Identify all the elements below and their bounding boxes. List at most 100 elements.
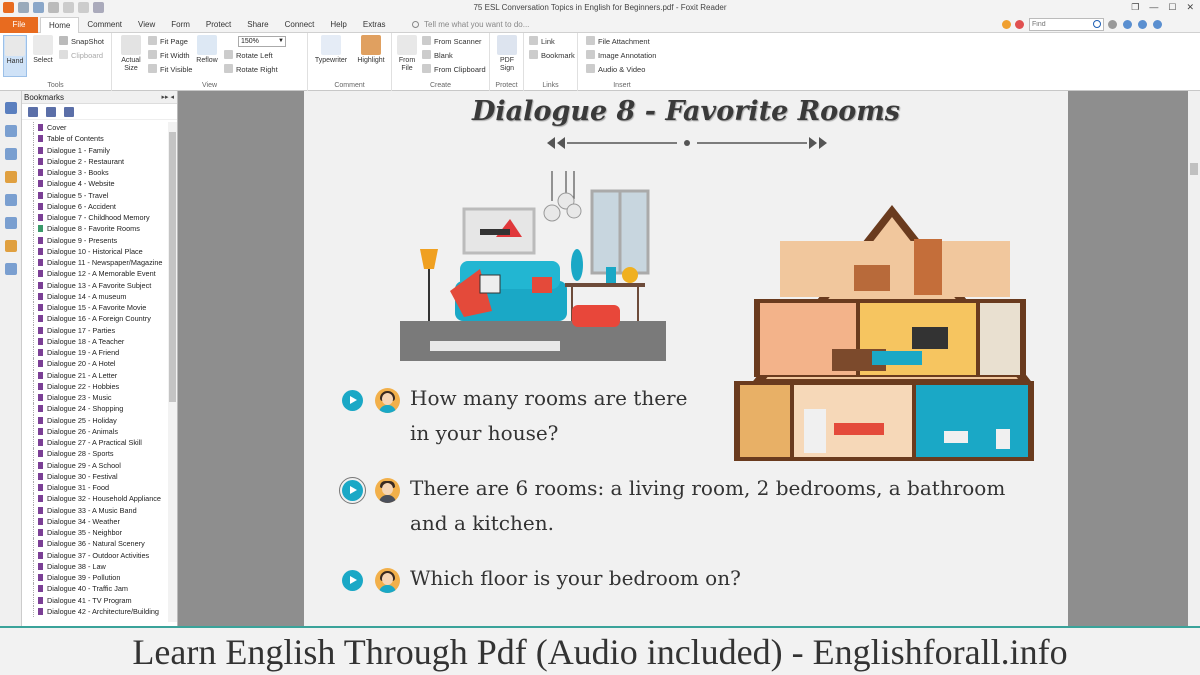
find-box[interactable] — [1029, 18, 1104, 31]
scroll-thumb[interactable] — [1190, 163, 1198, 175]
bookmark-item[interactable]: Dialogue 40 - Traffic Jam — [22, 583, 168, 595]
bookmark-item[interactable]: Cover — [22, 122, 168, 134]
restore-icon[interactable]: ❐ — [1131, 2, 1139, 13]
tell-me-box[interactable]: Tell me what you want to do... — [412, 17, 529, 33]
play-audio-button[interactable] — [342, 390, 363, 411]
bookmark-item[interactable]: Dialogue 39 - Pollution — [22, 572, 168, 584]
typewriter-button[interactable]: Typewriter — [312, 35, 350, 65]
image-annotation-button[interactable]: Image Annotation — [586, 50, 656, 62]
settings-icon[interactable] — [1108, 20, 1117, 29]
tab-form[interactable]: Form — [163, 17, 198, 33]
panel-controls-icon[interactable]: ▸▸ ◂ — [162, 91, 175, 104]
audio-video-button[interactable]: Audio & Video — [586, 64, 645, 76]
bookmark-item[interactable]: Dialogue 20 - A Hotel — [22, 358, 168, 370]
bookmark-item[interactable]: Dialogue 23 - Music — [22, 392, 168, 404]
rotate-right-button[interactable]: Rotate Right — [224, 64, 278, 76]
expand-bookmark-icon[interactable] — [28, 107, 38, 117]
bookmark-item[interactable]: Dialogue 5 - Travel — [22, 189, 168, 201]
play-audio-button[interactable] — [342, 570, 363, 591]
bookmark-item[interactable]: Dialogue 42 - Architecture/Building — [22, 605, 168, 617]
tab-extras[interactable]: Extras — [355, 17, 394, 33]
delete-bookmark-icon[interactable] — [64, 107, 74, 117]
like-icon[interactable] — [1015, 20, 1024, 29]
pages-panel-icon[interactable] — [4, 125, 17, 137]
fit-page-button[interactable]: Fit Page — [148, 36, 188, 48]
link-button[interactable]: Link — [529, 36, 555, 48]
bookmark-item[interactable]: Dialogue 2 - Restaurant — [22, 155, 168, 167]
document-scrollbar[interactable] — [1188, 91, 1200, 626]
account-icon[interactable] — [1123, 20, 1132, 29]
bookmark-item[interactable]: Dialogue 21 - A Letter — [22, 369, 168, 381]
layers-panel-icon[interactable] — [4, 148, 17, 160]
reflow-button[interactable]: Reflow — [194, 35, 220, 65]
bookmark-item[interactable]: Dialogue 8 - Favorite Rooms — [22, 223, 168, 235]
bookmark-item[interactable]: Dialogue 34 - Weather — [22, 515, 168, 527]
bookmark-item[interactable]: Dialogue 38 - Law — [22, 560, 168, 572]
attachments-panel-icon[interactable] — [4, 194, 17, 206]
bookmarks-panel-icon[interactable] — [4, 102, 17, 114]
tab-comment[interactable]: Comment — [79, 17, 130, 33]
close-icon[interactable]: ✕ — [1186, 2, 1194, 13]
bookmark-item[interactable]: Dialogue 31 - Food — [22, 482, 168, 494]
bookmark-item[interactable]: Dialogue 11 - Newspaper/Magazine — [22, 257, 168, 269]
bookmark-button[interactable]: Bookmark — [529, 50, 575, 62]
bookmark-item[interactable]: Dialogue 36 - Natural Scenery — [22, 538, 168, 550]
security-panel-icon[interactable] — [4, 240, 17, 252]
tab-home[interactable]: Home — [40, 17, 80, 33]
bookmark-item[interactable]: Dialogue 3 - Books — [22, 167, 168, 179]
bookmark-item[interactable]: Dialogue 13 - A Favorite Subject — [22, 279, 168, 291]
bookmark-item[interactable]: Dialogue 33 - A Music Band — [22, 504, 168, 516]
file-tab[interactable]: File — [0, 17, 38, 33]
tab-help[interactable]: Help — [322, 17, 354, 33]
tab-protect[interactable]: Protect — [198, 17, 239, 33]
add-bookmark-icon[interactable] — [46, 107, 56, 117]
snapshot-button[interactable]: SnapShot — [59, 36, 104, 48]
bookmark-item[interactable]: Dialogue 35 - Neighbor — [22, 527, 168, 539]
bookmark-item[interactable]: Dialogue 22 - Hobbies — [22, 380, 168, 392]
bookmark-item[interactable]: Dialogue 6 - Accident — [22, 200, 168, 212]
notification-icon[interactable] — [1138, 20, 1147, 29]
bookmark-item[interactable]: Dialogue 1 - Family — [22, 144, 168, 156]
rotate-left-button[interactable]: Rotate Left — [224, 50, 273, 62]
hand-button[interactable]: Hand — [3, 35, 27, 77]
bookmark-item[interactable]: Dialogue 32 - Household Appliance — [22, 493, 168, 505]
search-icon[interactable] — [1093, 20, 1101, 28]
signatures-panel-icon[interactable] — [4, 217, 17, 229]
bookmark-item[interactable]: Dialogue 25 - Holiday — [22, 414, 168, 426]
bookmark-item[interactable]: Dialogue 29 - A School — [22, 459, 168, 471]
clipboard-button[interactable]: Clipboard — [59, 50, 103, 62]
bookmark-item[interactable]: Dialogue 37 - Outdoor Activities — [22, 549, 168, 561]
tab-connect[interactable]: Connect — [277, 17, 323, 33]
bookmarks-scrollbar[interactable] — [168, 122, 177, 622]
bookmark-item[interactable]: Dialogue 7 - Childhood Memory — [22, 212, 168, 224]
bookmark-item[interactable]: Dialogue 19 - A Friend — [22, 347, 168, 359]
tab-share[interactable]: Share — [239, 17, 276, 33]
blank-button[interactable]: Blank — [422, 50, 453, 62]
pdf-sign-button[interactable]: PDF Sign — [494, 35, 520, 73]
comments-panel-icon[interactable] — [4, 171, 17, 183]
document-area[interactable]: Dialogue 8 - Favorite Rooms How many roo… — [178, 91, 1188, 626]
help-icon[interactable] — [1153, 20, 1162, 29]
bookmark-item[interactable]: Table of Contents — [22, 133, 168, 145]
fit-visible-button[interactable]: Fit Visible — [148, 64, 192, 76]
from-scanner-button[interactable]: From Scanner — [422, 36, 482, 48]
highlight-button[interactable]: Highlight — [354, 35, 388, 65]
zoom-select[interactable]: 150% ▼ — [238, 36, 286, 47]
fit-width-button[interactable]: Fit Width — [148, 50, 190, 62]
bookmark-item[interactable]: Dialogue 24 - Shopping — [22, 403, 168, 415]
select-button[interactable]: Select — [31, 35, 55, 65]
from-clipboard-button[interactable]: From Clipboard — [422, 64, 486, 76]
bookmark-item[interactable]: Dialogue 4 - Website — [22, 178, 168, 190]
file-attachment-button[interactable]: File Attachment — [586, 36, 650, 48]
find-input[interactable] — [1030, 19, 1092, 30]
bookmark-item[interactable]: Dialogue 27 - A Practical Skill — [22, 437, 168, 449]
minimize-icon[interactable]: — — [1149, 2, 1158, 13]
bookmark-item[interactable]: Dialogue 26 - Animals — [22, 425, 168, 437]
play-audio-button[interactable] — [339, 477, 366, 504]
scroll-thumb[interactable] — [169, 132, 176, 402]
bookmark-item[interactable]: Dialogue 10 - Historical Place — [22, 245, 168, 257]
feedback-icon[interactable] — [1002, 20, 1011, 29]
from-file-button[interactable]: From File — [395, 35, 419, 73]
bookmark-item[interactable]: Dialogue 30 - Festival — [22, 470, 168, 482]
bookmark-item[interactable]: Dialogue 17 - Parties — [22, 324, 168, 336]
